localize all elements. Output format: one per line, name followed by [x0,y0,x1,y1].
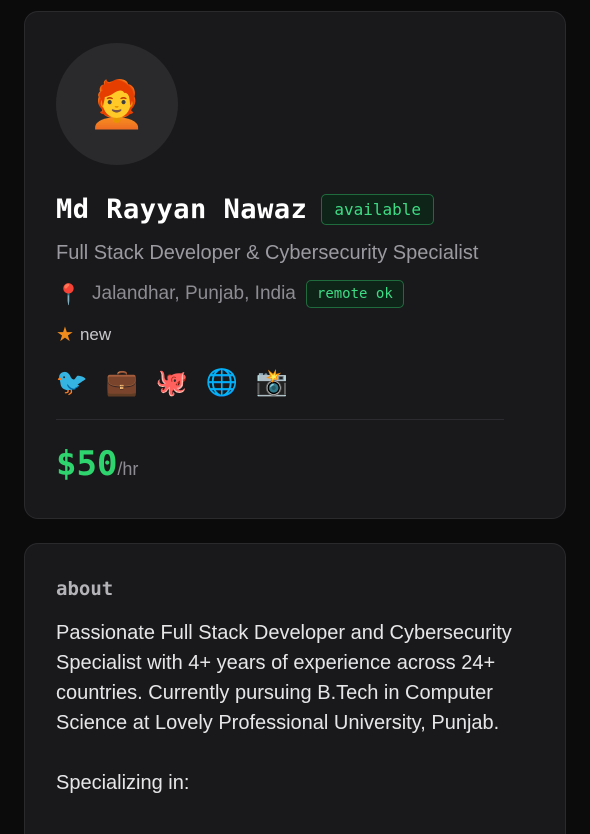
about-body: Passionate Full Stack Developer and Cybe… [56,618,526,798]
about-heading: about [56,578,114,600]
page: 🧑‍🦰 Md Rayyan Nawaz available Full Stack… [0,0,590,834]
camera-icon[interactable]: 📸 [256,366,288,398]
name-row: Md Rayyan Nawaz available [56,194,435,225]
pin-icon: 📍 [56,283,81,306]
globe-icon[interactable]: 🌐 [206,366,238,398]
avatar-emoji: 🧑‍🦰 [88,78,146,130]
octopus-icon[interactable]: 🐙 [156,366,188,398]
avatar: 🧑‍🦰 [56,43,178,165]
about-paragraph: Passionate Full Stack Developer and Cybe… [56,622,512,734]
rating-row: ★ new [56,322,111,347]
hourly-rate: $50 /hr [56,444,138,484]
rate-unit: /hr [117,459,139,479]
rate-amount: $50 [56,444,118,484]
rating-label: new [79,324,112,344]
location-text: Jalandhar, Punjab, India [92,283,296,304]
star-icon: ★ [56,324,74,346]
location-row: 📍 Jalandhar, Punjab, India remote ok [56,280,404,308]
remote-badge: remote ok [305,280,404,308]
briefcase-icon[interactable]: 💼 [106,366,138,398]
status-badge: available [321,194,435,225]
profile-name: Md Rayyan Nawaz [56,194,308,225]
profile-title: Full Stack Developer & Cybersecurity Spe… [56,242,479,264]
social-links: 🐦 💼 🐙 🌐 📸 [56,366,288,398]
bird-icon[interactable]: 🐦 [56,366,88,398]
profile-card: 🧑‍🦰 Md Rayyan Nawaz available Full Stack… [24,11,566,519]
specializing-label: Specializing in: [56,772,190,794]
divider [56,419,504,420]
about-card: about Passionate Full Stack Developer an… [24,543,566,834]
